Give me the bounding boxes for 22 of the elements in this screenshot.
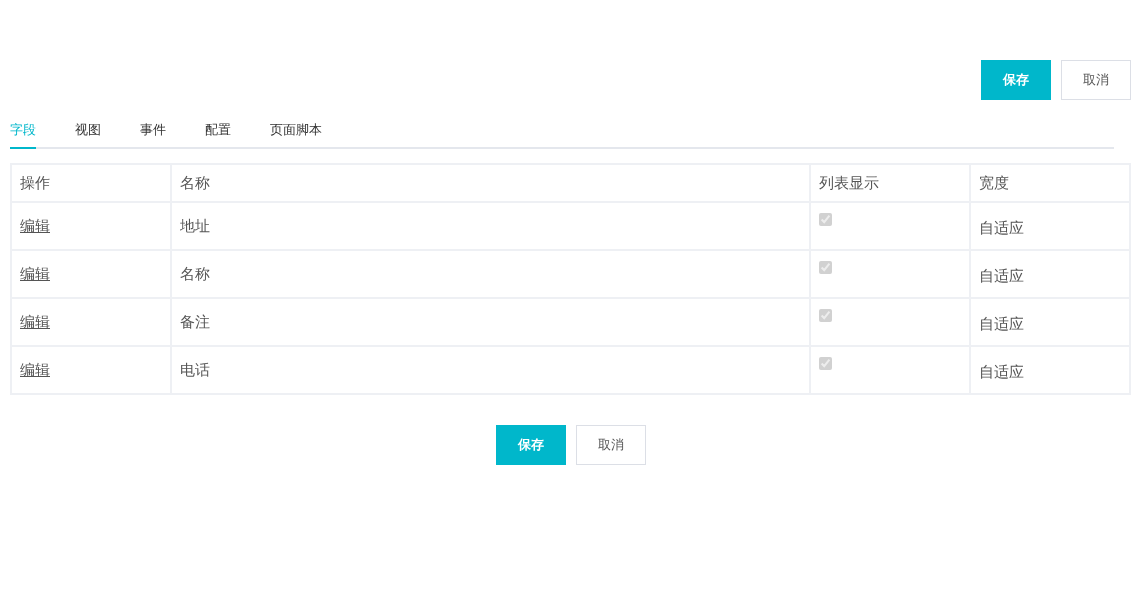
column-header: 名称 — [171, 164, 810, 202]
column-header: 宽度 — [970, 164, 1130, 202]
table-cell: 备注 — [171, 298, 810, 346]
edit-link[interactable]: 编辑 — [20, 216, 50, 235]
table-cell: 自适应 — [970, 250, 1130, 298]
table-cell: 电话 — [171, 346, 810, 394]
tab[interactable]: 配置 — [205, 122, 231, 149]
cancel-button[interactable]: 取消 — [576, 425, 646, 465]
cancel-button[interactable]: 取消 — [1061, 60, 1131, 100]
column-header: 列表显示 — [810, 164, 970, 202]
edit-link[interactable]: 编辑 — [20, 312, 50, 331]
table-cell: 自适应 — [970, 298, 1130, 346]
tab[interactable]: 页面脚本 — [270, 122, 322, 149]
edit-link[interactable]: 编辑 — [20, 264, 50, 283]
table-cell: 自适应 — [970, 202, 1130, 250]
edit-link[interactable]: 编辑 — [20, 360, 50, 379]
table-cell: 自适应 — [970, 346, 1130, 394]
tab[interactable]: 事件 — [140, 122, 166, 149]
table-cell: 名称 — [171, 250, 810, 298]
table-cell: 地址 — [171, 202, 810, 250]
tab[interactable]: 视图 — [75, 122, 101, 149]
column-header: 操作 — [11, 164, 171, 202]
